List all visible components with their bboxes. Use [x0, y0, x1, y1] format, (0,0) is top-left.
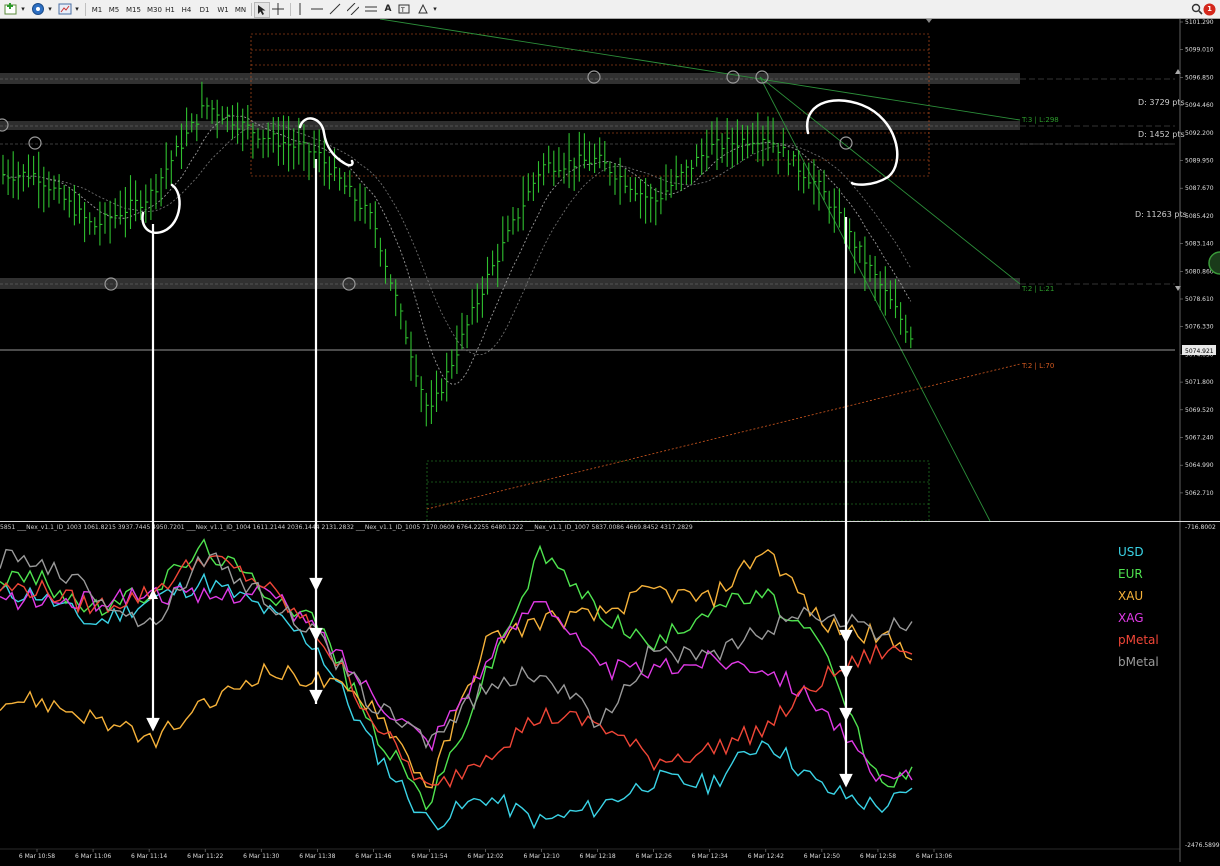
time-tick-label: 6 Mar 11:46 — [355, 853, 391, 860]
shapes-dropdown-icon[interactable]: ▾ — [431, 2, 439, 16]
price-tick-label: 5080.860 — [1185, 268, 1214, 275]
indicator-axis-bottom: -2476.5899 — [1185, 842, 1220, 849]
time-tick-label: 6 Mar 12:42 — [748, 853, 784, 860]
resistance-zone-top[interactable] — [0, 73, 1020, 84]
time-tick-label: 6 Mar 10:58 — [19, 853, 55, 860]
timeframe-m1[interactable]: M1 — [88, 2, 106, 18]
price-tick-label: 5069.520 — [1185, 407, 1214, 414]
distance-label-mid: D: 1452 pts — [1138, 130, 1185, 139]
trendline-t2-green-label: T:2 | L:21 — [1021, 285, 1054, 293]
current-price-value: 5074.921 — [1185, 348, 1214, 355]
time-tick-label: 6 Mar 11:38 — [299, 853, 335, 860]
price-tick-label: 5087.670 — [1185, 185, 1214, 192]
new-chart-dropdown-icon[interactable]: ▾ — [19, 2, 27, 16]
price-tick-label: 5076.330 — [1185, 324, 1214, 331]
chart-window-dropdown-icon[interactable]: ▾ — [73, 2, 81, 16]
timeframe-d1[interactable]: D1 — [196, 2, 213, 18]
legend-xau: XAU — [1118, 589, 1143, 603]
legend-xag: XAG — [1118, 611, 1144, 625]
price-tick-label: 5096.850 — [1185, 74, 1214, 81]
indicator-axis-top: -716.8002 — [1185, 524, 1216, 531]
price-tick-label: 5094.460 — [1185, 102, 1214, 109]
horizontal-line-icon[interactable] — [311, 2, 323, 16]
time-tick-label: 6 Mar 12:50 — [804, 853, 840, 860]
time-tick-label: 6 Mar 12:58 — [860, 853, 896, 860]
time-tick-label: 6 Mar 11:06 — [75, 853, 111, 860]
profiles-icon[interactable] — [31, 2, 45, 16]
resistance-zone-mid[interactable] — [0, 121, 1020, 130]
trendline-t3-label: T:3 | L:298 — [1021, 116, 1059, 124]
time-tick-label: 6 Mar 11:54 — [411, 853, 447, 860]
time-tick-label: 6 Mar 12:34 — [692, 853, 728, 860]
price-tick-label: 5092.200 — [1185, 130, 1214, 137]
time-tick-label: 6 Mar 11:14 — [131, 853, 167, 860]
search-icon[interactable] — [1190, 2, 1204, 16]
price-tick-label: 5085.420 — [1185, 213, 1214, 220]
timeframe-mn[interactable]: MN — [231, 2, 250, 18]
chart-window-icon[interactable] — [58, 2, 72, 16]
crosshair-icon[interactable] — [271, 2, 285, 16]
timeframe-h4[interactable]: H4 — [178, 2, 195, 18]
time-tick-label: 6 Mar 12:26 — [636, 853, 672, 860]
time-tick-label: 6 Mar 11:30 — [243, 853, 279, 860]
legend-usd: USD — [1118, 545, 1144, 559]
price-tick-label: 5089.950 — [1185, 158, 1214, 165]
chart-canvas[interactable]: D: 3729 pts D: 1452 pts D: 11263 pts T:3… — [0, 18, 1220, 862]
notifications-badge[interactable]: 1 — [1203, 2, 1216, 16]
legend-eur: EUR — [1118, 567, 1143, 581]
price-tick-label: 5083.140 — [1185, 241, 1214, 248]
top-toolbar: ▾ ▾ ▾ M1 M5 M15 M30 H1 H4 D1 W1 MN A T ▾ — [0, 0, 1220, 19]
svg-text:T: T — [400, 7, 405, 14]
price-tick-label: 5099.010 — [1185, 47, 1214, 54]
cursor-icon[interactable] — [254, 2, 270, 18]
shapes-icon[interactable] — [417, 2, 429, 16]
label-icon[interactable]: T — [398, 2, 410, 16]
notification-count: 1 — [1207, 5, 1212, 13]
text-icon[interactable]: A — [383, 2, 393, 16]
time-tick-label: 6 Mar 13:06 — [916, 853, 952, 860]
price-tick-label: 5062.710 — [1185, 490, 1214, 497]
equidistant-icon[interactable] — [365, 2, 377, 16]
time-tick-label: 6 Mar 12:18 — [580, 853, 616, 860]
legend-bmetal: bMetal — [1118, 655, 1159, 669]
distance-label-top: D: 3729 pts — [1138, 98, 1185, 107]
channel-icon[interactable] — [347, 2, 359, 16]
price-tick-label: 5067.240 — [1185, 435, 1214, 442]
timeframe-m5[interactable]: M5 — [105, 2, 123, 18]
price-tick-label: 5064.990 — [1185, 462, 1214, 469]
time-tick-label: 6 Mar 11:22 — [187, 853, 223, 860]
price-tick-label: 5078.610 — [1185, 296, 1214, 303]
timeframe-m15[interactable]: M15 — [122, 2, 145, 18]
indicator-header: 5851 ___Nex_v1.1_ID_1003 1061.8215 3937.… — [0, 524, 693, 531]
trendline-t2-orange-label: T:2 | L:70 — [1021, 362, 1054, 370]
new-chart-icon[interactable] — [4, 2, 18, 16]
timeframe-w1[interactable]: W1 — [214, 2, 232, 18]
price-tick-label: 5071.800 — [1185, 379, 1214, 386]
timeframe-h1[interactable]: H1 — [162, 2, 178, 18]
chart-window[interactable]: D: 3729 pts D: 1452 pts D: 11263 pts T:3… — [0, 18, 1220, 866]
price-tick-label: 5101.290 — [1185, 19, 1214, 26]
legend-pmetal: pMetal — [1118, 633, 1159, 647]
time-tick-label: 6 Mar 12:02 — [467, 853, 503, 860]
distance-label-low: D: 11263 pts — [1135, 210, 1187, 219]
time-tick-label: 6 Mar 12:10 — [523, 853, 559, 860]
trendline-icon[interactable] — [329, 2, 341, 16]
profiles-dropdown-icon[interactable]: ▾ — [46, 2, 54, 16]
vertical-line-icon[interactable] — [295, 2, 305, 16]
